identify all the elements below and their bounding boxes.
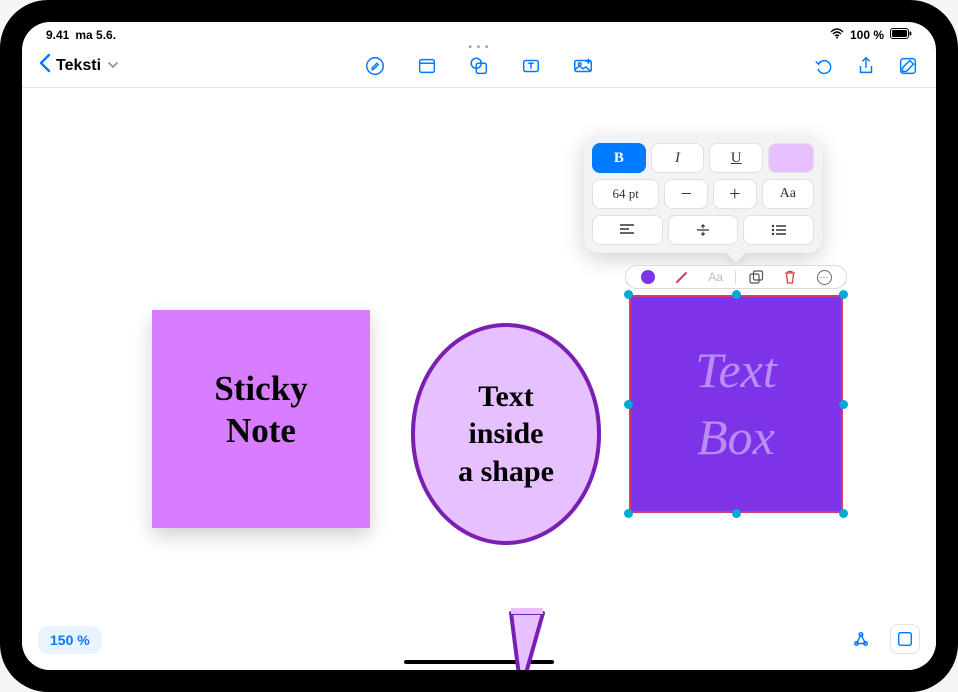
- status-bar: 9.41 ma 5.6. 100 %: [22, 22, 936, 44]
- decrease-size-button[interactable]: −: [664, 179, 708, 209]
- selection-handle[interactable]: [624, 400, 633, 409]
- stroke-color-button[interactable]: [666, 266, 698, 288]
- speech-bubble-text: Text inside a shape: [458, 378, 554, 491]
- shapes-tool-icon[interactable]: [467, 54, 491, 78]
- delete-button[interactable]: [774, 266, 806, 288]
- text-format-button[interactable]: Aa: [700, 266, 732, 288]
- top-toolbar: Teksti: [22, 44, 936, 88]
- selection-handle[interactable]: [624, 509, 633, 518]
- increase-size-button[interactable]: +: [713, 179, 757, 209]
- title-chevron-icon[interactable]: [108, 60, 118, 72]
- status-date: ma 5.6.: [75, 28, 116, 42]
- zoom-indicator[interactable]: 150 %: [38, 626, 102, 654]
- selection-handle[interactable]: [732, 290, 741, 299]
- sticky-note-tool-icon[interactable]: [415, 54, 439, 78]
- text-format-popover: B I U 64 pt − + Aa: [584, 135, 822, 253]
- speech-bubble-object[interactable]: Text inside a shape: [411, 323, 601, 545]
- share-button[interactable]: [854, 54, 878, 78]
- wifi-icon: [830, 28, 844, 42]
- text-box-object-selected[interactable]: Text Box: [629, 295, 843, 513]
- pen-tool-icon[interactable]: [363, 54, 387, 78]
- media-tool-icon[interactable]: [571, 54, 595, 78]
- ipad-frame: 9.41 ma 5.6. 100 % • • • Teksti: [0, 0, 958, 692]
- selection-handle[interactable]: [839, 400, 848, 409]
- align-vertical-center-button[interactable]: [668, 215, 739, 245]
- selection-handle[interactable]: [624, 290, 633, 299]
- screen: 9.41 ma 5.6. 100 % • • • Teksti: [22, 22, 936, 670]
- text-color-swatch[interactable]: [768, 143, 814, 173]
- sticky-note-text: Sticky Note: [214, 368, 307, 452]
- compose-button[interactable]: [896, 54, 920, 78]
- document-title[interactable]: Teksti: [56, 57, 101, 75]
- status-time: 9.41: [46, 28, 69, 42]
- sticky-note-object[interactable]: Sticky Note: [152, 310, 370, 528]
- font-size-field[interactable]: 64 pt: [592, 179, 659, 209]
- canvas-area[interactable]: B I U 64 pt − + Aa: [22, 88, 936, 670]
- divider: [735, 270, 736, 284]
- collaborators-button[interactable]: [846, 624, 876, 654]
- battery-icon: [890, 28, 912, 42]
- back-button[interactable]: [38, 53, 52, 79]
- text-box-tool-icon[interactable]: [519, 54, 543, 78]
- bold-button[interactable]: B: [592, 143, 646, 173]
- more-options-button[interactable]: ⋯: [808, 266, 840, 288]
- fill-color-button[interactable]: [632, 266, 664, 288]
- battery-percent: 100 %: [850, 28, 884, 42]
- duplicate-button[interactable]: [740, 266, 772, 288]
- selection-handle[interactable]: [839, 290, 848, 299]
- list-button[interactable]: [743, 215, 814, 245]
- selection-context-bar: Aa ⋯: [625, 265, 847, 289]
- italic-button[interactable]: I: [651, 143, 705, 173]
- minimap-button[interactable]: [890, 624, 920, 654]
- text-style-button[interactable]: Aa: [762, 179, 815, 209]
- align-left-button[interactable]: [592, 215, 663, 245]
- text-box-text: Text Box: [695, 337, 777, 472]
- selection-handle[interactable]: [839, 509, 848, 518]
- selection-handle[interactable]: [732, 509, 741, 518]
- undo-button[interactable]: [812, 54, 836, 78]
- underline-button[interactable]: U: [709, 143, 763, 173]
